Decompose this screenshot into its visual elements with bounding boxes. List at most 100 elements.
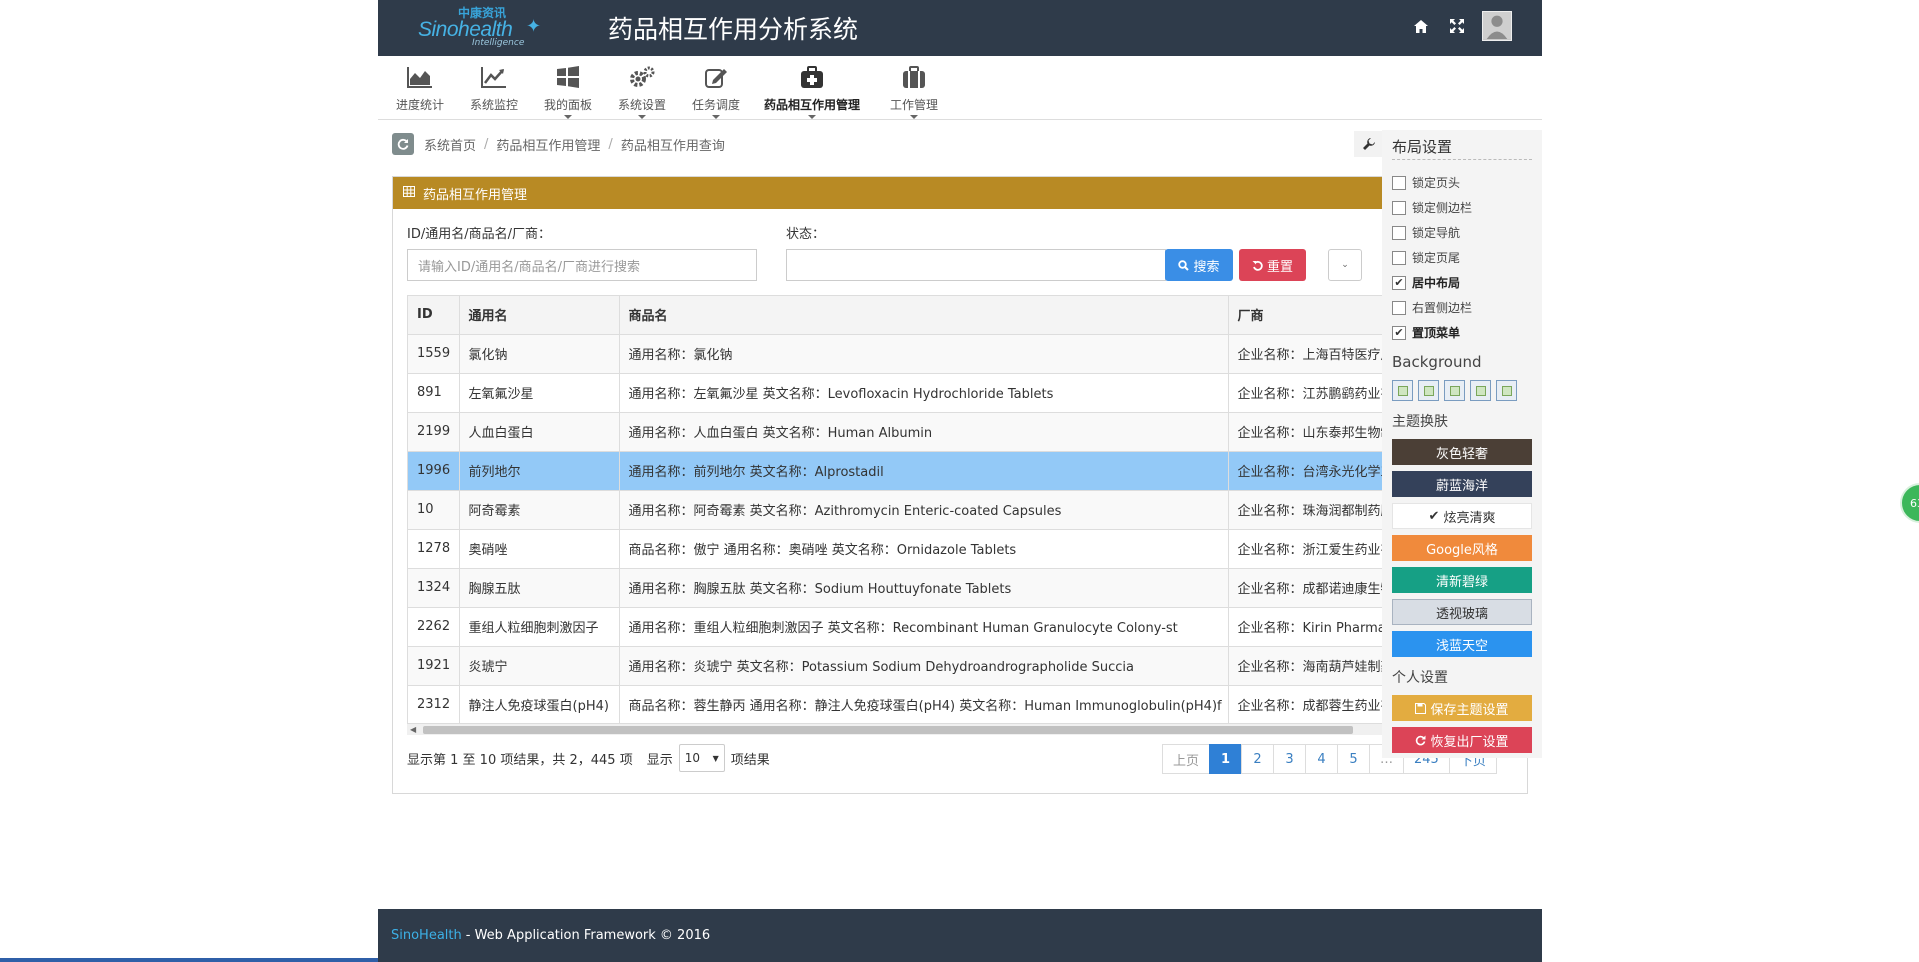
cell-generic-name: 氯化钠 <box>459 334 620 374</box>
checkbox[interactable] <box>1392 300 1406 315</box>
menu-label: 药品相互作用管理 <box>763 98 860 112</box>
theme-gray-luxury[interactable]: 灰色轻奢 <box>1392 439 1532 465</box>
theme-glass[interactable]: 透视玻璃 <box>1392 599 1532 625</box>
result-count-text: 显示第 1 至 10 项结果，共 2，445 项 <box>407 752 633 768</box>
cell-trade-name: 通用名称：胸腺五肽 英文名称：Sodium Houttuyfonate Tabl… <box>619 568 1229 608</box>
top-header: 中康资讯 Sinohealth Intelligence ✦ 药品相互作用分析系… <box>378 0 1542 56</box>
background-image-icon[interactable] <box>1444 380 1465 401</box>
layout-option[interactable]: ✔ 置顶菜单 <box>1392 320 1532 345</box>
table-row[interactable]: 1278 奥硝唑 商品名称：傲宁 通用名称：奥硝唑 英文名称：Ornidazole … <box>408 529 1514 569</box>
scrollbar-thumb[interactable] <box>423 726 1353 734</box>
column-header-id[interactable]: ID <box>408 296 460 335</box>
settings-toggle-button[interactable] <box>1354 131 1384 157</box>
theme-light-blue-sky[interactable]: 浅蓝天空 <box>1392 631 1532 657</box>
checkbox[interactable] <box>1392 250 1406 265</box>
table-row[interactable]: 1996 前列地尔 通用名称：前列地尔 英文名称：Alprostadil 企业名称：台… <box>408 451 1514 491</box>
table-header-row: ID 通用名 商品名 厂商 <box>408 296 1514 335</box>
theme-title: 主题换肤 <box>1392 414 1448 430</box>
cell-id: 2199 <box>408 412 460 452</box>
menu-drug-interaction-management[interactable]: 药品相互作用管理 <box>762 56 862 120</box>
app-logo[interactable]: 中康资讯 Sinohealth Intelligence ✦ <box>418 4 541 50</box>
fullscreen-icon[interactable] <box>1446 15 1468 37</box>
layout-option[interactable]: 锁定页尾 <box>1392 245 1532 270</box>
menu-system-settings[interactable]: 系统设置 <box>614 56 670 120</box>
prev-page-button[interactable]: 上页 <box>1162 744 1211 774</box>
layout-settings-panel: 布局设置 锁定页头 锁定侧边栏 锁定导航 锁定页尾 ✔ 居中布局 右置侧边栏 ✔ 置顶菜单 Ba… <box>1382 130 1542 758</box>
reset-button[interactable]: 重置 <box>1239 249 1306 281</box>
breadcrumb-separator: / <box>608 136 613 152</box>
background-image-icon[interactable] <box>1418 380 1439 401</box>
theme-bright-fresh[interactable]: ✔ 炫亮清爽 <box>1392 503 1532 529</box>
breadcrumb-home[interactable]: 系统首页 <box>424 135 476 154</box>
menu-system-monitor[interactable]: 系统监控 <box>466 56 522 120</box>
table-row[interactable]: 10 阿奇霉素 通用名称：阿奇霉素 英文名称：Azithromycin Enteri… <box>408 490 1514 530</box>
layout-option[interactable]: 锁定导航 <box>1392 220 1532 245</box>
home-icon[interactable] <box>1410 15 1432 37</box>
table-row[interactable]: 1324 胸腺五肽 通用名称：胸腺五肽 英文名称：Sodium Houttuyfon… <box>408 568 1514 608</box>
menu-progress-stats[interactable]: 进度统计 <box>392 56 448 120</box>
check-icon: ✔ <box>1428 508 1440 524</box>
restore-defaults-button[interactable]: 恢复出厂设置 <box>1392 727 1532 753</box>
chevron-down-icon <box>910 115 918 119</box>
show-label: 显示 <box>646 752 673 768</box>
cell-generic-name: 炎琥宁 <box>459 646 620 686</box>
layout-option[interactable]: 右置侧边栏 <box>1392 295 1532 320</box>
background-image-icon[interactable] <box>1392 380 1413 401</box>
page-button-3[interactable]: 3 <box>1273 744 1307 774</box>
search-button-label: 搜索 <box>1193 259 1220 275</box>
page-button-4[interactable]: 4 <box>1305 744 1339 774</box>
search-button[interactable]: 搜索 <box>1165 249 1233 281</box>
footer-brand[interactable]: SinoHealth <box>391 928 462 943</box>
page-button-1[interactable]: 1 <box>1209 744 1243 774</box>
status-field[interactable] <box>786 249 1166 281</box>
menu-work-management[interactable]: 工作管理 <box>886 56 942 120</box>
columns-dropdown[interactable]: ⌄ <box>1328 249 1362 281</box>
theme-fresh-green[interactable]: 清新碧绿 <box>1392 567 1532 593</box>
table-row[interactable]: 2262 重组人粒细胞刺激因子 通用名称：重组人粒细胞刺激因子 英文名称：Recom… <box>408 607 1514 647</box>
breadcrumb-drug-management[interactable]: 药品相互作用管理 <box>496 135 600 154</box>
checkbox[interactable] <box>1392 200 1406 215</box>
scroll-left-icon[interactable]: ◀ <box>410 725 416 734</box>
checkbox[interactable] <box>1392 225 1406 240</box>
save-icon <box>1415 702 1427 714</box>
layout-option[interactable]: 锁定页头 <box>1392 170 1532 195</box>
drug-interaction-panel: 药品相互作用管理 ID/通用名/商品名/厂商： 请输入ID/通用名/商品名/厂商… <box>392 176 1528 794</box>
cell-trade-name: 通用名称：前列地尔 英文名称：Alprostadil <box>619 451 1229 491</box>
table-row[interactable]: 1559 氯化钠 通用名称：氯化钠 企业名称：上海百特医疗用品 <box>408 334 1514 374</box>
cell-generic-name: 阿奇霉素 <box>459 490 620 530</box>
system-title: 药品相互作用分析系统 <box>608 15 859 44</box>
table-row[interactable]: 1921 炎琥宁 通用名称：炎琥宁 英文名称：Potassium Sodium De… <box>408 646 1514 686</box>
menu-task-schedule[interactable]: 任务调度 <box>688 56 744 120</box>
checkbox[interactable]: ✔ <box>1392 325 1406 340</box>
column-header-trade-name[interactable]: 商品名 <box>619 296 1229 335</box>
save-theme-button[interactable]: 保存主题设置 <box>1392 695 1532 721</box>
page-button-5[interactable]: 5 <box>1337 744 1371 774</box>
medkit-icon <box>762 62 862 92</box>
refresh-icon[interactable] <box>392 133 414 155</box>
table-row[interactable]: 2312 静注人免疫球蛋白(pH4) 商品名称：蓉生静丙 通用名称：静注人免疫球蛋白… <box>408 685 1514 725</box>
briefcase-icon <box>886 62 942 92</box>
checkbox[interactable]: ✔ <box>1392 275 1406 290</box>
column-header-generic-name[interactable]: 通用名 <box>459 296 620 335</box>
layout-option[interactable]: ✔ 居中布局 <box>1392 270 1532 295</box>
background-image-icon[interactable] <box>1496 380 1517 401</box>
cell-id: 1996 <box>408 451 460 491</box>
theme-google-style[interactable]: Google风格 <box>1392 535 1532 561</box>
side-floating-badge[interactable]: 63 <box>1900 483 1919 523</box>
page-button-2[interactable]: 2 <box>1241 744 1275 774</box>
table-row[interactable]: 2199 人血白蛋白 通用名称：人血白蛋白 英文名称：Human Albumin 企业… <box>408 412 1514 452</box>
horizontal-scrollbar[interactable]: ◀ <box>407 723 1515 735</box>
gears-icon <box>614 62 670 92</box>
reset-button-label: 重置 <box>1266 259 1293 275</box>
menu-my-panel[interactable]: 我的面板 <box>540 56 596 120</box>
layout-option[interactable]: 锁定侧边栏 <box>1392 195 1532 220</box>
user-avatar[interactable] <box>1482 11 1512 41</box>
search-input[interactable]: 请输入ID/通用名/商品名/厂商进行搜索 <box>407 249 757 281</box>
page-size-select[interactable]: 10 ▼ <box>678 744 725 772</box>
cell-generic-name: 胸腺五肽 <box>459 568 620 608</box>
table-row[interactable]: 891 左氧氟沙星 通用名称：左氧氟沙星 英文名称：Levofloxacin Hyd… <box>408 373 1514 413</box>
theme-blue-ocean[interactable]: 蔚蓝海洋 <box>1392 471 1532 497</box>
background-image-icon[interactable] <box>1470 380 1491 401</box>
line-chart-icon <box>466 62 522 92</box>
checkbox[interactable] <box>1392 175 1406 190</box>
